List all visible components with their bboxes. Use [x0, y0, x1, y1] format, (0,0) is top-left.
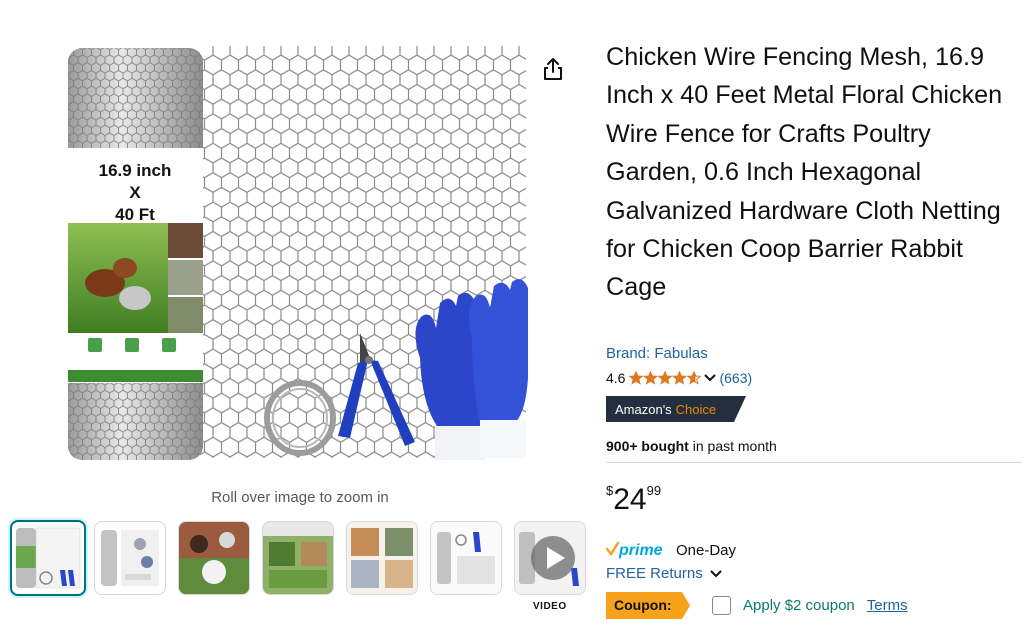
thumbnail-6[interactable] [430, 521, 502, 595]
chevron-down-icon [709, 569, 722, 577]
product-title: Chicken Wire Fencing Mesh, 16.9 Inch x 4… [606, 43, 1003, 302]
thumbnail-5[interactable] [346, 521, 418, 595]
share-icon [544, 58, 562, 80]
price-fraction: 99 [646, 483, 662, 498]
bought-count: 900+ bought [606, 438, 689, 454]
rating-count-link[interactable]: (663) [719, 370, 752, 386]
prime-logo-icon: prime [606, 541, 663, 559]
video-label: VIDEO [533, 601, 567, 612]
badge-prefix: Amazon's [615, 402, 672, 417]
roll-label-length: 40 Ft [115, 205, 155, 224]
price-symbol: $ [606, 483, 614, 498]
thumbnail-3[interactable] [178, 521, 250, 595]
bought-info: 900+ bought in past month [606, 438, 777, 454]
amazons-choice-badge[interactable]: Amazon's Choice [606, 396, 746, 422]
rating-row: 4.6 (663) [606, 370, 752, 386]
thumbnail-2[interactable] [94, 521, 166, 595]
apply-coupon-label[interactable]: Apply $2 coupon [743, 597, 855, 614]
thumbnail-4[interactable] [262, 521, 334, 595]
bought-period: in past month [688, 438, 777, 454]
divider [606, 462, 1022, 463]
coupon-checkbox[interactable] [712, 596, 731, 615]
price-whole: 24 [613, 483, 647, 516]
free-returns-link[interactable]: FREE Returns [606, 565, 723, 582]
star-rating-icon[interactable] [629, 371, 702, 385]
free-returns-label: FREE Returns [606, 565, 703, 582]
rating-value: 4.6 [606, 370, 626, 386]
main-product-image[interactable]: 16.9 inch X 40 Ft [60, 38, 530, 468]
badge-accent: Choice [676, 402, 716, 417]
coupon-badge: Coupon: [606, 592, 690, 619]
price: $2499 [606, 483, 661, 517]
thumbnail-video[interactable] [514, 521, 586, 595]
thumbnail-strip [10, 520, 590, 597]
prime-one-day: One-Day [676, 541, 737, 559]
svg-text:Amazon'sChoice: Amazon's Choice [615, 402, 716, 417]
prime-delivery[interactable]: prime One-Day [606, 540, 736, 560]
zoom-hint: Roll over image to zoom in [211, 489, 389, 506]
terms-link[interactable]: Terms [867, 597, 908, 614]
thumbnail-1[interactable] [10, 520, 86, 596]
coupon-label: Coupon: [614, 597, 672, 613]
roll-label-size: 16.9 inch [99, 161, 172, 180]
coupon-row: Coupon: Apply $2 coupon Terms [606, 592, 908, 619]
roll-label-x: X [129, 183, 141, 202]
brand-link[interactable]: Brand: Fabulas [606, 345, 708, 362]
share-button[interactable] [540, 56, 566, 82]
chevron-down-icon[interactable] [703, 373, 717, 383]
prime-logo-text: prime [618, 542, 663, 559]
